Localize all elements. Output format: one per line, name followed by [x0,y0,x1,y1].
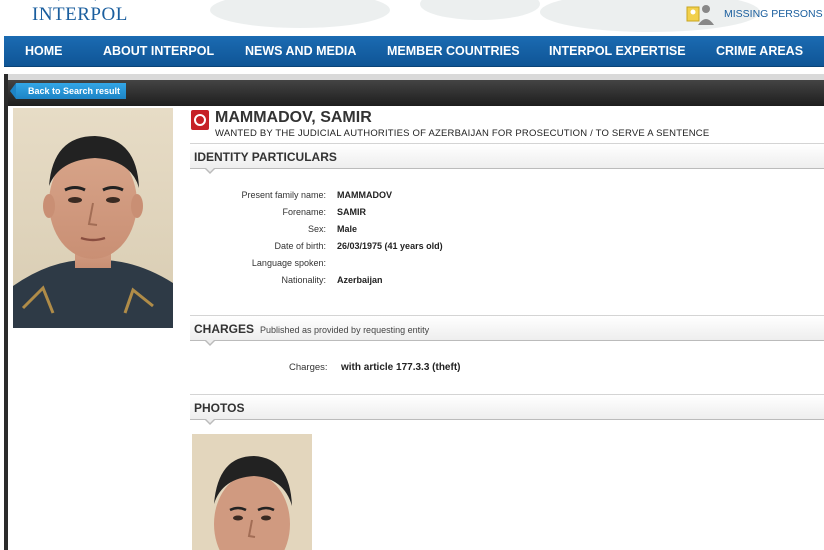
photos-header: PHOTOS [190,394,824,425]
photo-thumbnail[interactable] [192,434,312,550]
nav-item-home[interactable]: HOME [25,36,63,67]
section-notch [204,167,216,174]
section-notch [204,339,216,346]
nav-item-crime-areas[interactable]: CRIME AREAS [716,36,803,67]
charges-header: CHARGES Published as provided by request… [190,315,824,346]
forename-value: SAMIR [337,207,366,217]
sex-value: Male [337,224,358,234]
family-name-label: Present family name: [241,190,326,200]
missing-person-icon [686,5,714,25]
missing-persons-link[interactable]: MISSING PERSONS [686,3,823,25]
site-header: INTERPOL MISSING PERSONS [0,0,824,36]
family-name-value: MAMMADOV [337,190,392,200]
logo-text: INTERPOL [32,4,128,25]
nav-item-news-and-media[interactable]: NEWS AND MEDIA [245,36,356,67]
charges-value: with article 177.3.3 (theft) [341,362,461,373]
nav-item-interpol-expertise[interactable]: INTERPOL EXPERTISE [549,36,686,67]
interpol-logo[interactable]: INTERPOL [26,0,136,30]
wanted-person-photo[interactable] [13,108,173,328]
interpol-emblem-icon [58,0,96,1]
charges-subtitle: Published as provided by requesting enti… [260,325,430,335]
portrait-image [13,108,173,328]
nationality-value: Azerbaijan [337,275,383,285]
photo-thumbnail-image [192,434,312,550]
wanted-by-text: WANTED BY THE JUDICIAL AUTHORITIES OF AZ… [215,128,710,139]
language-label: Language spoken: [251,258,326,268]
nav-item-member-countries[interactable]: MEMBER COUNTRIES [387,36,520,67]
notice-toolbar [8,80,824,106]
sex-label: Sex: [307,224,326,234]
back-to-search-button[interactable]: Back to Search result [9,83,127,99]
charges-label: Charges: [289,362,328,373]
forename-label: Forename: [282,207,326,217]
wanted-person-name: MAMMADOV, SAMIR [215,109,372,126]
section-title: IDENTITY PARTICULARS [194,150,337,164]
left-border [4,74,8,550]
missing-persons-label: MISSING PERSONS [724,8,823,20]
nav-item-about-interpol[interactable]: ABOUT INTERPOL [103,36,214,67]
date-of-birth-value: 26/03/1975 (41 years old) [337,241,443,251]
section-notch [204,418,216,425]
main-nav: HOME ABOUT INTERPOL NEWS AND MEDIA MEMBE… [4,36,824,67]
red-notice-icon [191,110,209,130]
section-title: CHARGES [194,322,255,336]
section-title: PHOTOS [194,401,245,415]
identity-particulars-header: IDENTITY PARTICULARS [190,143,824,174]
date-of-birth-label: Date of birth: [274,241,326,251]
nationality-label: Nationality: [281,275,326,285]
